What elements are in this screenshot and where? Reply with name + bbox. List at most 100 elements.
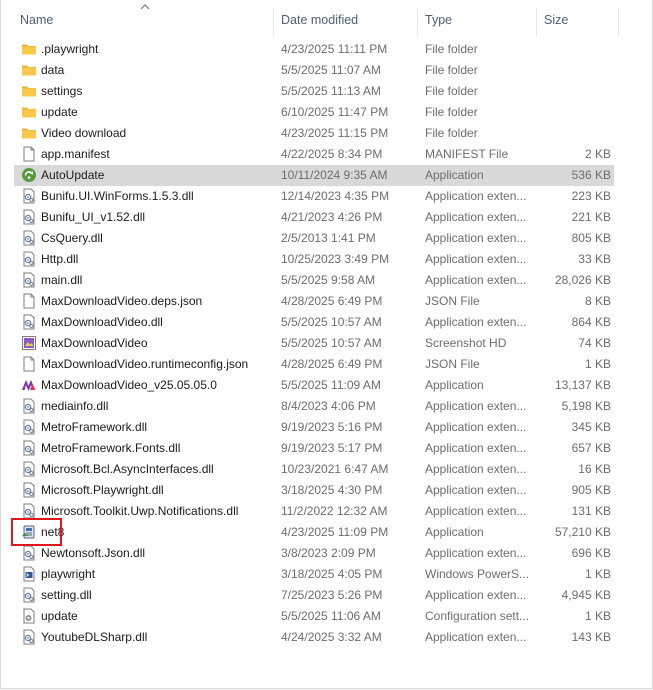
- file-row[interactable]: data 5/5/2025 11:07 AM File folder: [1, 60, 653, 81]
- file-row[interactable]: update 5/5/2025 11:06 AM Configuration set…: [1, 606, 653, 627]
- file-row[interactable]: MaxDownloadVideo.dll 5/5/2025 10:57 AM App…: [1, 312, 653, 333]
- file-date-modified: 10/23/2021 6:47 AM: [281, 462, 389, 476]
- file-row[interactable]: MaxDownloadVideo.runtimeconfig.json 4/28/…: [1, 354, 653, 375]
- file-type: Windows PowerS...: [425, 567, 530, 581]
- file-date-modified: 5/5/2025 10:57 AM: [281, 315, 382, 329]
- file-name: Bunifu.UI.WinForms.1.5.3.dll: [41, 189, 194, 203]
- file-row[interactable]: setting.dll 7/25/2023 5:26 PM Application …: [1, 585, 653, 606]
- file-name: setting.dll: [41, 588, 92, 602]
- dll-icon: [21, 251, 37, 268]
- dll-icon: [21, 482, 37, 499]
- file-name: mediainfo.dll: [41, 399, 109, 413]
- file-date-modified: 3/18/2025 4:30 PM: [281, 483, 383, 497]
- file-row[interactable]: Newtonsoft.Json.dll 3/8/2023 2:09 PM Appli…: [1, 543, 653, 564]
- column-divider[interactable]: [536, 8, 537, 36]
- file-date-modified: 5/5/2025 11:09 AM: [281, 378, 381, 392]
- column-divider[interactable]: [417, 8, 418, 36]
- file-row[interactable]: MaxDownloadVideo_v25.05.05.0 5/5/2025 11:…: [1, 375, 653, 396]
- file-type: Application exten...: [425, 210, 527, 224]
- file-row[interactable]: Microsoft.Bcl.AsyncInterfaces.dll 10/23/2…: [1, 459, 653, 480]
- file-date-modified: 4/21/2023 4:26 PM: [281, 210, 383, 224]
- file-row[interactable]: app.manifest 4/22/2025 8:34 PM MANIFEST Fi…: [1, 144, 653, 165]
- file-name: YoutubeDLSharp.dll: [41, 630, 148, 644]
- file-date-modified: 4/28/2025 6:49 PM: [281, 294, 383, 308]
- powershell-script-icon: [21, 566, 37, 583]
- column-header-size[interactable]: Size: [544, 0, 618, 36]
- file-size: 345 KB: [571, 420, 611, 434]
- file-type: Application exten...: [425, 630, 527, 644]
- file-date-modified: 3/8/2023 2:09 PM: [281, 546, 376, 560]
- file-row[interactable]: mediainfo.dll 8/4/2023 4:06 PM Application…: [1, 396, 653, 417]
- file-size: 1 KB: [584, 567, 611, 581]
- dll-icon: [21, 419, 37, 436]
- column-header-type[interactable]: Type: [425, 0, 535, 36]
- file-date-modified: 10/25/2023 3:49 PM: [281, 252, 390, 266]
- file-name: data: [41, 63, 65, 77]
- folder-icon: [21, 104, 37, 121]
- file-type: Application exten...: [425, 231, 527, 245]
- dll-icon: [21, 272, 37, 289]
- file-date-modified: 12/14/2023 4:35 PM: [281, 189, 390, 203]
- file-row[interactable]: Video download 4/23/2025 11:15 PM File fol…: [1, 123, 653, 144]
- file-row[interactable]: MetroFramework.dll 9/19/2023 5:16 PM Appli…: [1, 417, 653, 438]
- column-header-date[interactable]: Date modified: [281, 0, 417, 36]
- file-date-modified: 5/5/2025 11:13 AM: [281, 84, 381, 98]
- file-row[interactable]: Microsoft.Playwright.dll 3/18/2025 4:30 P…: [1, 480, 653, 501]
- file-row[interactable]: main.dll 5/5/2025 9:58 AM Application exte…: [1, 270, 653, 291]
- file-date-modified: 4/23/2025 11:09 PM: [281, 525, 389, 539]
- file-type: Screenshot HD: [425, 336, 507, 350]
- file-row[interactable]: MaxDownloadVideo.deps.json 4/28/2025 6:49…: [1, 291, 653, 312]
- document-icon: [21, 356, 37, 373]
- file-date-modified: 4/22/2025 8:34 PM: [281, 147, 383, 161]
- file-row[interactable]: .playwright 4/23/2025 11:11 PM File folder: [1, 39, 653, 60]
- file-size: [541, 81, 611, 102]
- file-row[interactable]: YoutubeDLSharp.dll 4/24/2025 3:32 AM Appli…: [1, 627, 653, 648]
- column-divider[interactable]: [273, 8, 274, 36]
- file-name: playwright: [41, 567, 96, 581]
- file-row[interactable]: CsQuery.dll 2/5/2013 1:41 PM Application e…: [1, 228, 653, 249]
- file-date-modified: 3/18/2025 4:05 PM: [281, 567, 383, 581]
- file-list-view: Name Date modified Type Size .playwright…: [0, 0, 653, 689]
- file-size: 223 KB: [571, 189, 611, 203]
- file-date-modified: 4/23/2025 11:15 PM: [281, 126, 389, 140]
- file-row[interactable]: Http.dll 10/25/2023 3:49 PM Application ex…: [1, 249, 653, 270]
- file-row[interactable]: update 6/10/2025 11:47 PM File folder: [1, 102, 653, 123]
- file-type: Application: [425, 378, 484, 392]
- file-date-modified: 5/5/2025 11:07 AM: [281, 63, 381, 77]
- file-date-modified: 5/5/2025 11:06 AM: [281, 609, 381, 623]
- file-row[interactable]: net8 4/23/2025 11:09 PM Application 57,210 …: [1, 522, 653, 543]
- file-date-modified: 5/5/2025 10:57 AM: [281, 336, 382, 350]
- file-size: 33 KB: [578, 252, 611, 266]
- file-type: Configuration sett...: [425, 609, 530, 623]
- file-row[interactable]: playwright 3/18/2025 4:05 PM Windows Power…: [1, 564, 653, 585]
- file-row[interactable]: MetroFramework.Fonts.dll 9/19/2023 5:17 P…: [1, 438, 653, 459]
- file-size: 143 KB: [571, 630, 611, 644]
- dll-icon: [21, 461, 37, 478]
- file-date-modified: 2/5/2013 1:41 PM: [281, 231, 376, 245]
- file-date-modified: 5/5/2025 9:58 AM: [281, 273, 376, 287]
- file-row[interactable]: Microsoft.Toolkit.Uwp.Notifications.dll 1…: [1, 501, 653, 522]
- file-name: MaxDownloadVideo: [41, 336, 148, 350]
- file-row[interactable]: AutoUpdate 10/11/2024 9:35 AM Application 5…: [1, 165, 653, 186]
- file-type: MANIFEST File: [425, 147, 509, 161]
- file-type: File folder: [425, 84, 478, 98]
- file-type: Application: [425, 525, 484, 539]
- file-size: 221 KB: [571, 210, 611, 224]
- file-row[interactable]: Bunifu.UI.WinForms.1.5.3.dll 12/14/2023 4…: [1, 186, 653, 207]
- file-size: 905 KB: [571, 483, 611, 497]
- file-type: JSON File: [425, 294, 480, 308]
- folder-icon: [21, 83, 37, 100]
- file-type: File folder: [425, 126, 478, 140]
- column-divider[interactable]: [618, 8, 619, 36]
- file-row[interactable]: Bunifu_UI_v1.52.dll 4/21/2023 4:26 PM Appl…: [1, 207, 653, 228]
- file-row[interactable]: settings 5/5/2025 11:13 AM File folder: [1, 81, 653, 102]
- file-name: Http.dll: [41, 252, 79, 266]
- file-date-modified: 9/19/2023 5:17 PM: [281, 441, 383, 455]
- file-row[interactable]: MaxDownloadVideo 5/5/2025 10:57 AM Screens…: [1, 333, 653, 354]
- column-type-label: Type: [425, 13, 453, 27]
- file-date-modified: 11/2/2022 12:32 AM: [281, 504, 388, 518]
- file-type: Application exten...: [425, 546, 527, 560]
- file-name: update: [41, 609, 78, 623]
- file-date-modified: 4/28/2025 6:49 PM: [281, 357, 383, 371]
- autoupdate-app-icon: [21, 167, 37, 184]
